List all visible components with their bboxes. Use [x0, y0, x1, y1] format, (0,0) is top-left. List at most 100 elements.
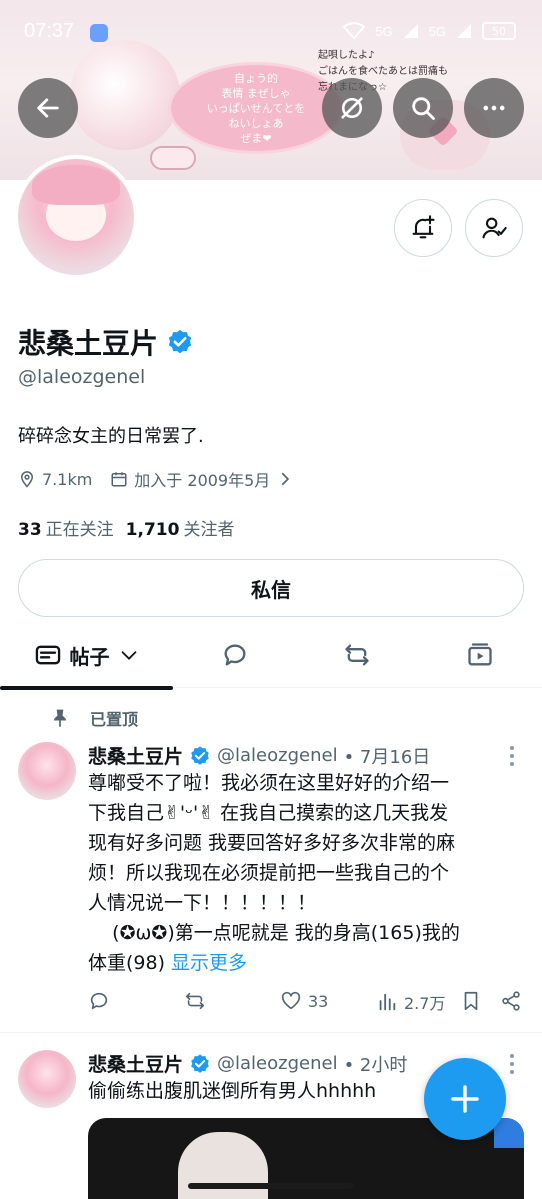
profile-avatar[interactable] — [14, 155, 138, 279]
post-timestamp[interactable]: • 7月16日 — [344, 743, 431, 769]
chevron-down-icon — [121, 651, 136, 660]
status-bar: 07:37 5G 5G 50 — [0, 18, 542, 50]
post-actions: 33 2.7万 — [88, 990, 528, 1020]
signal-icon — [457, 24, 471, 38]
post-author-name[interactable]: 悲桑土豆片 — [88, 1050, 183, 1077]
verified-badge-icon — [191, 745, 209, 765]
post-text-line: (✪ω✪)第一点呢就是 我的身高(165)我的 — [88, 922, 460, 944]
repost-icon — [185, 992, 205, 1010]
battery-icon: 50 — [482, 22, 516, 40]
repost-icon — [345, 644, 369, 666]
app-notification-icon — [90, 24, 108, 42]
following-count: 33 — [18, 520, 42, 540]
notifications-toggle-button[interactable] — [394, 199, 452, 257]
user-check-icon — [482, 217, 507, 239]
signal-label-1: 5G — [375, 23, 393, 39]
post-author-avatar[interactable] — [18, 1050, 76, 1108]
share-icon — [502, 991, 520, 1011]
share-button[interactable] — [500, 990, 522, 1012]
post-more-button[interactable] — [502, 1052, 522, 1076]
follow-stats: 33 正在关注 1,710 关注者 — [18, 515, 234, 540]
calendar-icon — [111, 472, 127, 487]
bookmark-icon — [464, 991, 478, 1011]
chevron-right-icon — [282, 472, 290, 486]
post-text-line: 现有好多问题 我要回答好多好多次非常的麻 — [88, 832, 456, 854]
post-author-name[interactable]: 悲桑土豆片 — [88, 742, 183, 769]
show-more-link[interactable]: 显示更多 — [171, 952, 247, 974]
signal-label-2: 5G — [428, 23, 446, 39]
followers-link[interactable]: 1,710 关注者 — [126, 515, 235, 540]
plus-icon — [451, 1085, 479, 1113]
views-button[interactable]: 2.7万 — [376, 990, 445, 1014]
more-options-button[interactable] — [464, 78, 524, 138]
grok-button[interactable] — [322, 78, 382, 138]
profile-meta: 7.1km 加入于 2009年5月 — [18, 467, 294, 491]
back-button[interactable] — [18, 78, 78, 138]
banner-decoration — [70, 40, 180, 150]
post-text-line: 人情况说一下！！！！！！ — [88, 892, 317, 914]
post-more-button[interactable] — [502, 744, 522, 768]
home-indicator[interactable] — [188, 1183, 354, 1189]
post-text-line: 下我自己✌'ᵕ'✌ 在我自己摸索的这几天我发 — [88, 802, 449, 824]
direct-message-button[interactable]: 私信 — [18, 559, 524, 617]
tab-media[interactable] — [453, 622, 507, 688]
followers-count: 1,710 — [125, 520, 180, 540]
following-status-button[interactable] — [465, 199, 523, 257]
post-timestamp[interactable]: • 2小时 — [344, 1051, 408, 1077]
verified-badge-icon — [166, 328, 194, 356]
profile-handle: @laleozgenel — [18, 366, 146, 388]
grok-icon — [341, 97, 363, 119]
like-button[interactable]: 33 — [280, 990, 328, 1012]
post-text-line: 尊嘟受不了啦！我必须在这里好好的介绍一 — [88, 772, 450, 794]
like-count: 33 — [308, 991, 329, 1011]
post-text-line: 烦！所以我现在必须提前把一些我自己的个 — [88, 862, 450, 884]
wifi-icon — [343, 22, 366, 40]
profile-name-row: 悲桑土豆片 — [18, 322, 194, 362]
bookmark-button[interactable] — [460, 990, 482, 1012]
post-author-avatar[interactable] — [18, 742, 76, 800]
pin-icon — [54, 709, 66, 728]
bell-plus-icon — [412, 215, 435, 239]
tab-reposts[interactable] — [330, 622, 384, 688]
banner-bubble-text: 自ょう的 表情 まぜしゃ いっぱいせんてとを ねいしょあ ぜま❤ — [206, 71, 306, 145]
post-author-handle: @laleozgenel — [217, 745, 338, 766]
search-icon — [412, 97, 435, 120]
analytics-icon — [379, 993, 396, 1011]
tab-posts-label: 帖子 — [69, 644, 110, 669]
bow-decoration — [150, 146, 196, 170]
verified-badge-icon — [191, 1053, 209, 1073]
display-name: 悲桑土豆片 — [18, 327, 159, 360]
search-button[interactable] — [393, 78, 453, 138]
status-time: 07:37 — [24, 20, 75, 42]
tab-replies[interactable] — [208, 622, 262, 688]
post-text-last-line: 体重(98) 显示更多 — [88, 948, 524, 978]
reply-button[interactable] — [88, 990, 110, 1012]
joined-date-item[interactable]: 加入于 2009年5月 — [110, 467, 294, 491]
more-horizontal-icon — [483, 105, 505, 111]
post-header: 悲桑土豆片 @laleozgenel • 7月16日 — [88, 742, 430, 769]
following-link[interactable]: 33 正在关注 — [18, 515, 114, 540]
profile-bio: 碎碎念女主的日常罢了. — [18, 426, 204, 447]
joined-date-text: 加入于 2009年5月 — [134, 471, 271, 490]
profile-tabs: 帖子 — [0, 622, 542, 690]
pinned-indicator: 已置顶 — [50, 706, 138, 730]
signal-icon — [403, 24, 418, 38]
following-label: 正在关注 — [45, 520, 114, 540]
post-text-line: 体重(98) — [88, 952, 172, 974]
post-divider — [0, 1032, 542, 1033]
view-count: 2.7万 — [404, 994, 446, 1013]
pinned-label: 已置顶 — [90, 710, 139, 729]
reply-bubble-icon — [224, 644, 246, 666]
media-icon — [468, 643, 492, 666]
post-text: 尊嘟受不了啦！我必须在这里好好的介绍一 下我自己✌'ᵕ'✌ 在我自己摸索的这几天… — [88, 768, 524, 978]
post-author-handle: @laleozgenel — [217, 1053, 338, 1074]
location-pin-icon — [20, 471, 34, 488]
repost-button[interactable] — [184, 990, 206, 1012]
followers-label: 关注者 — [183, 520, 235, 540]
posts-icon — [35, 645, 60, 665]
arrow-left-icon — [37, 98, 59, 118]
tab-posts[interactable]: 帖子 — [0, 622, 173, 690]
post-header: 悲桑土豆片 @laleozgenel • 2小时 — [88, 1050, 407, 1077]
heart-icon — [281, 991, 301, 1010]
compose-post-button[interactable] — [424, 1058, 506, 1140]
